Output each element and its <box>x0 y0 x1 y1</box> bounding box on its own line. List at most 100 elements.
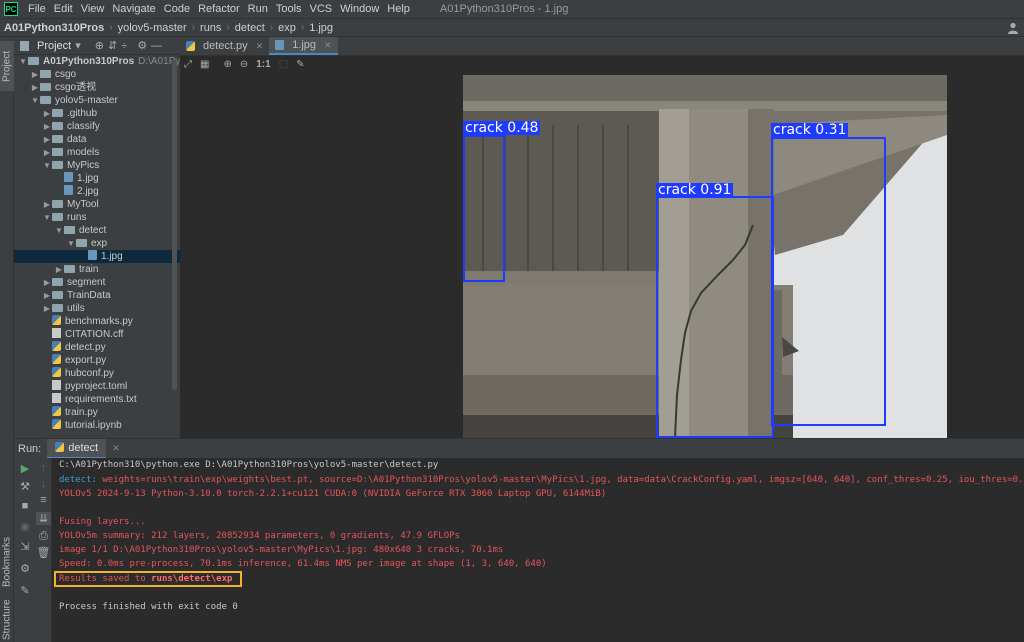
tree-folder[interactable]: ▶ classify <box>14 120 180 133</box>
tree-file[interactable]: export.py <box>14 354 180 367</box>
fit-zoom-icon[interactable]: ⬚ <box>279 59 288 70</box>
tab-detect-py[interactable]: detect.py ✕ <box>180 37 269 55</box>
menu-tools[interactable]: Tools <box>272 0 306 18</box>
stop-icon[interactable]: ■ <box>14 500 36 512</box>
tree-file[interactable]: 2.jpg <box>14 185 180 198</box>
breadcrumb-item-detect[interactable]: detect <box>235 22 265 34</box>
chevron-down-icon[interactable]: ▼ <box>30 94 40 107</box>
hide-icon[interactable]: — <box>151 40 162 52</box>
tree-file[interactable]: tutorial.ipynb <box>14 419 180 432</box>
tree-folder[interactable]: ▶ segment <box>14 276 180 289</box>
tree-file[interactable]: requirements.txt <box>14 393 180 406</box>
chevron-right-icon[interactable]: ▶ <box>30 81 40 94</box>
tree-file[interactable]: benchmarks.py <box>14 315 180 328</box>
chevron-down-icon[interactable]: ▼ <box>66 237 76 250</box>
close-icon[interactable]: ✕ <box>112 443 120 454</box>
tree-folder[interactable]: ▼ yolov5-master <box>14 94 180 107</box>
scroll-to-end-icon[interactable]: ⇊ <box>36 512 51 525</box>
menu-code[interactable]: Code <box>160 0 194 18</box>
locate-icon[interactable]: ⊕ <box>95 39 104 52</box>
chevron-right-icon[interactable]: ▶ <box>42 146 52 159</box>
tree-file[interactable]: hubconf.py <box>14 367 180 380</box>
chevron-down-icon[interactable]: ▼ <box>54 224 64 237</box>
tree-file[interactable]: detect.py <box>14 341 180 354</box>
chevron-right-icon[interactable]: ▶ <box>42 198 52 211</box>
breadcrumb-item-project[interactable]: A01Python310Pros <box>4 22 104 34</box>
structure-tool-tab[interactable]: Structure <box>0 597 14 642</box>
project-tool-tab[interactable]: Project <box>0 41 14 91</box>
tree-folder[interactable]: ▶ csgo <box>14 68 180 81</box>
gear-icon[interactable]: ⚙ <box>137 39 147 52</box>
chevron-down-icon[interactable]: ▾ <box>75 39 81 52</box>
tree-folder[interactable]: ▼ detect <box>14 224 180 237</box>
chevron-right-icon[interactable]: ▶ <box>42 276 52 289</box>
grid-icon[interactable]: ▦ <box>200 59 209 70</box>
chevron-right-icon[interactable]: ▶ <box>42 289 52 302</box>
tree-folder[interactable]: ▼ exp <box>14 237 180 250</box>
rerun-icon[interactable]: ▶ <box>14 462 36 475</box>
zoom-out-icon[interactable]: ⊖ <box>240 59 248 70</box>
user-icon[interactable] <box>1006 21 1020 35</box>
arrow-down-icon[interactable]: ↓ <box>36 478 51 490</box>
tree-folder[interactable]: ▶ utils <box>14 302 180 315</box>
tab-run-detect[interactable]: detect <box>47 438 107 459</box>
tree-folder[interactable]: ▼ MyPics <box>14 159 180 172</box>
tree-folder[interactable]: ▶ data <box>14 133 180 146</box>
bookmarks-tool-tab[interactable]: Bookmarks <box>0 532 14 592</box>
tree-file[interactable]: train.py <box>14 406 180 419</box>
close-icon[interactable]: ✕ <box>256 41 264 52</box>
soft-wrap-icon[interactable]: ≡ <box>36 494 51 506</box>
tree-folder[interactable]: ▶ train <box>14 263 180 276</box>
actual-size-button[interactable]: 1:1 <box>256 59 270 70</box>
tree-folder[interactable]: ▶ .github <box>14 107 180 120</box>
chevron-down-icon[interactable]: ▼ <box>18 55 28 68</box>
tree-file[interactable]: 1.jpg <box>14 172 180 185</box>
settings-icon[interactable]: ⚙ <box>14 562 36 575</box>
menu-window[interactable]: Window <box>336 0 383 18</box>
breadcrumb-item-exp[interactable]: exp <box>278 22 296 34</box>
chevron-down-icon[interactable]: ▼ <box>42 159 52 172</box>
tree-file[interactable]: pyproject.toml <box>14 380 180 393</box>
chevron-right-icon[interactable]: ▶ <box>42 302 52 315</box>
chevron-right-icon[interactable]: ▶ <box>42 107 52 120</box>
tree-folder[interactable]: ▼ runs <box>14 211 180 224</box>
collapse-all-icon[interactable]: ÷ <box>121 40 127 52</box>
tab-1-jpg[interactable]: 1.jpg ✕ <box>269 37 338 55</box>
fit-window-icon[interactable]: ⤢ <box>184 59 192 70</box>
menu-vcs[interactable]: VCS <box>306 0 337 18</box>
menu-help[interactable]: Help <box>383 0 414 18</box>
wrench-icon[interactable]: ⚒ <box>14 480 36 493</box>
breadcrumb-item-yolov5[interactable]: yolov5-master <box>118 22 187 34</box>
menu-navigate[interactable]: Navigate <box>108 0 159 18</box>
restore-layout-icon[interactable]: ⇲ <box>14 540 36 553</box>
camera-icon[interactable]: ◉ <box>14 520 36 533</box>
tree-folder[interactable]: ▶ TrainData <box>14 289 180 302</box>
menu-edit[interactable]: Edit <box>50 0 77 18</box>
menu-run[interactable]: Run <box>244 0 272 18</box>
menu-file[interactable]: File <box>24 0 50 18</box>
tree-folder[interactable]: ▶ MyTool <box>14 198 180 211</box>
arrow-up-icon[interactable]: ↑ <box>36 462 51 474</box>
menu-view[interactable]: View <box>77 0 109 18</box>
expand-all-icon[interactable]: ⇵ <box>108 39 117 52</box>
breadcrumb-item-runs[interactable]: runs <box>200 22 221 34</box>
chevron-down-icon[interactable]: ▼ <box>42 211 52 224</box>
tree-file[interactable]: CITATION.cff <box>14 328 180 341</box>
breadcrumb-item-file[interactable]: 1.jpg <box>309 22 333 34</box>
chevron-right-icon[interactable]: ▶ <box>30 68 40 81</box>
zoom-in-icon[interactable]: ⊕ <box>223 59 231 70</box>
tree-folder[interactable]: ▶ csgo透视 <box>14 81 180 94</box>
close-icon[interactable]: ✕ <box>324 40 332 51</box>
color-picker-icon[interactable]: ✎ <box>296 59 304 70</box>
chevron-right-icon[interactable]: ▶ <box>42 120 52 133</box>
project-scrollbar[interactable] <box>172 60 177 390</box>
project-panel-title[interactable]: Project <box>37 40 71 52</box>
menu-refactor[interactable]: Refactor <box>194 0 244 18</box>
trash-icon[interactable]: 🗑 <box>36 546 51 559</box>
chevron-right-icon[interactable]: ▶ <box>54 263 64 276</box>
pin-icon[interactable]: ✎ <box>14 584 36 597</box>
tree-folder[interactable]: ▶ models <box>14 146 180 159</box>
print-icon[interactable]: ⎙ <box>36 530 51 543</box>
tree-folder[interactable]: ▼A01Python310ProsD:\A01Python310Pros <box>14 55 180 68</box>
chevron-right-icon[interactable]: ▶ <box>42 133 52 146</box>
